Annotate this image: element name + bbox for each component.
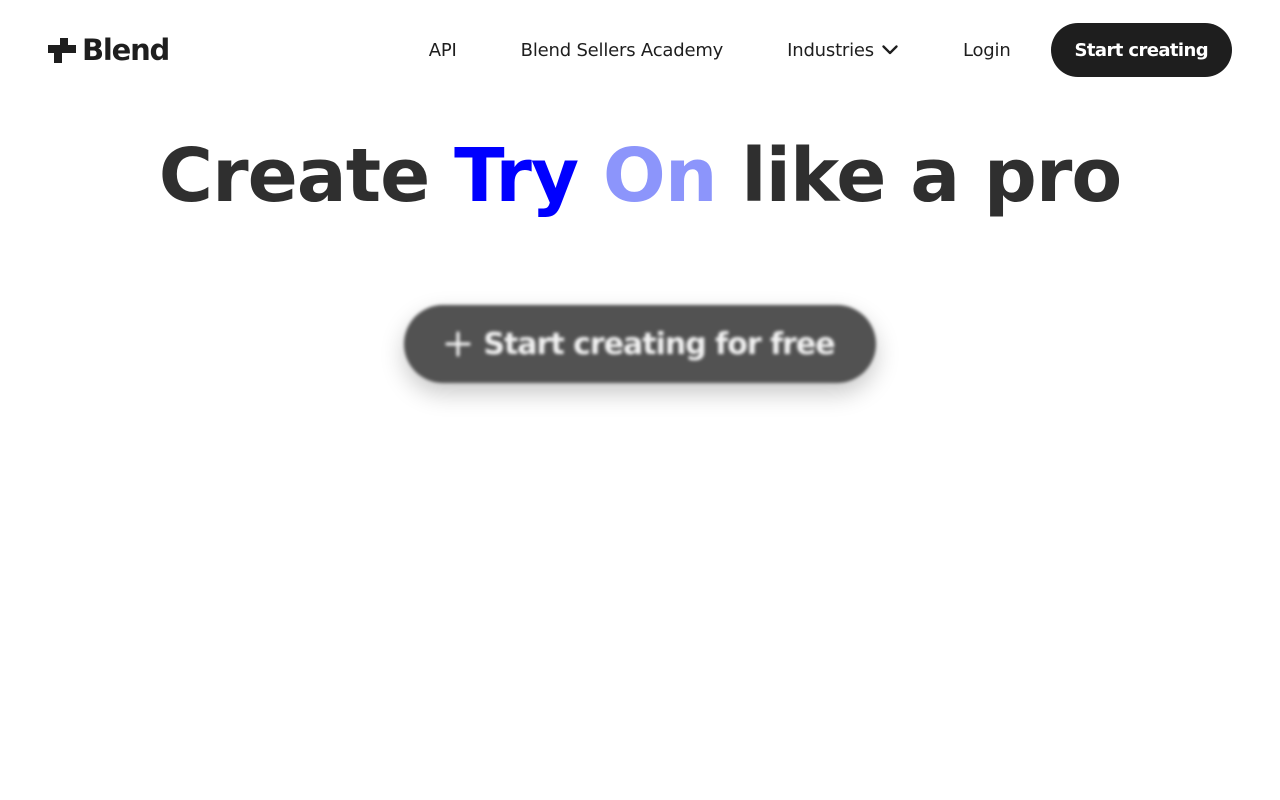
chevron-down-icon — [882, 45, 898, 55]
plus-icon — [445, 331, 471, 357]
hero-title-prefix: Create — [158, 133, 430, 219]
logo-text: Blend — [82, 33, 170, 67]
start-creating-for-free-button[interactable]: Start creating for free — [404, 305, 876, 383]
hero-title-on: On — [602, 133, 718, 219]
hero-title: Create Try On like a pro — [0, 128, 1280, 224]
logo-link[interactable]: Blend — [48, 33, 170, 67]
hero-title-try: Try — [454, 133, 579, 219]
start-creating-button[interactable]: Start creating — [1050, 23, 1232, 77]
nav-links: API Blend Sellers Academy Industries Log… — [429, 23, 1232, 77]
blend-logo-icon — [48, 38, 76, 63]
nav-link-api[interactable]: API — [429, 40, 457, 61]
start-creating-for-free-label: Start creating for free — [483, 326, 835, 362]
top-navigation: Blend API Blend Sellers Academy Industri… — [0, 0, 1280, 100]
hero-title-suffix: like a pro — [741, 133, 1122, 219]
nav-link-login[interactable]: Login — [963, 40, 1011, 61]
nav-dropdown-industries-label: Industries — [787, 39, 874, 61]
nav-dropdown-industries[interactable]: Industries — [787, 40, 899, 61]
nav-link-sellers-academy[interactable]: Blend Sellers Academy — [521, 40, 724, 61]
